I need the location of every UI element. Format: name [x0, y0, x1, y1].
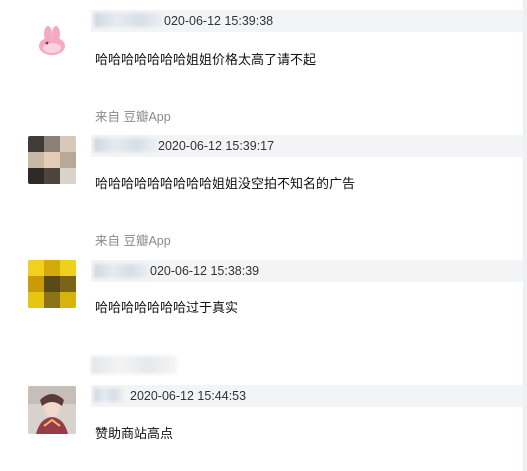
username[interactable] [94, 138, 158, 152]
comment-text: 哈哈哈哈哈哈哈过于真实 [95, 300, 239, 315]
comment-text: 哈哈哈哈哈哈哈姐姐价格太高了请不起 [95, 52, 317, 67]
comment-text: 哈哈哈哈哈哈哈哈哈姐姐没空拍不知名的广告 [95, 176, 356, 191]
username[interactable] [94, 388, 124, 402]
timestamp: 020-06-12 15:38:39 [150, 264, 260, 278]
source-label[interactable]: 来自 豆瓣App [95, 232, 171, 250]
username[interactable] [94, 264, 150, 278]
source-label[interactable]: 来自 豆瓣App [95, 108, 171, 126]
scroll-edge [523, 0, 527, 471]
timestamp: 020-06-12 15:39:38 [164, 14, 274, 28]
blurred-photo-avatar-icon[interactable] [28, 136, 76, 184]
timestamp: 2020-06-12 15:39:17 [158, 139, 275, 153]
costume-person-avatar-icon[interactable] [28, 386, 76, 434]
timestamp: 2020-06-12 15:44:53 [130, 389, 247, 403]
source-label-blurred [91, 356, 177, 374]
username[interactable] [94, 13, 164, 27]
yellow-blurred-avatar-icon[interactable] [28, 260, 76, 308]
comment-text: 赞助商站高点 [95, 426, 174, 441]
pink-cartoon-avatar-icon[interactable] [28, 12, 76, 60]
